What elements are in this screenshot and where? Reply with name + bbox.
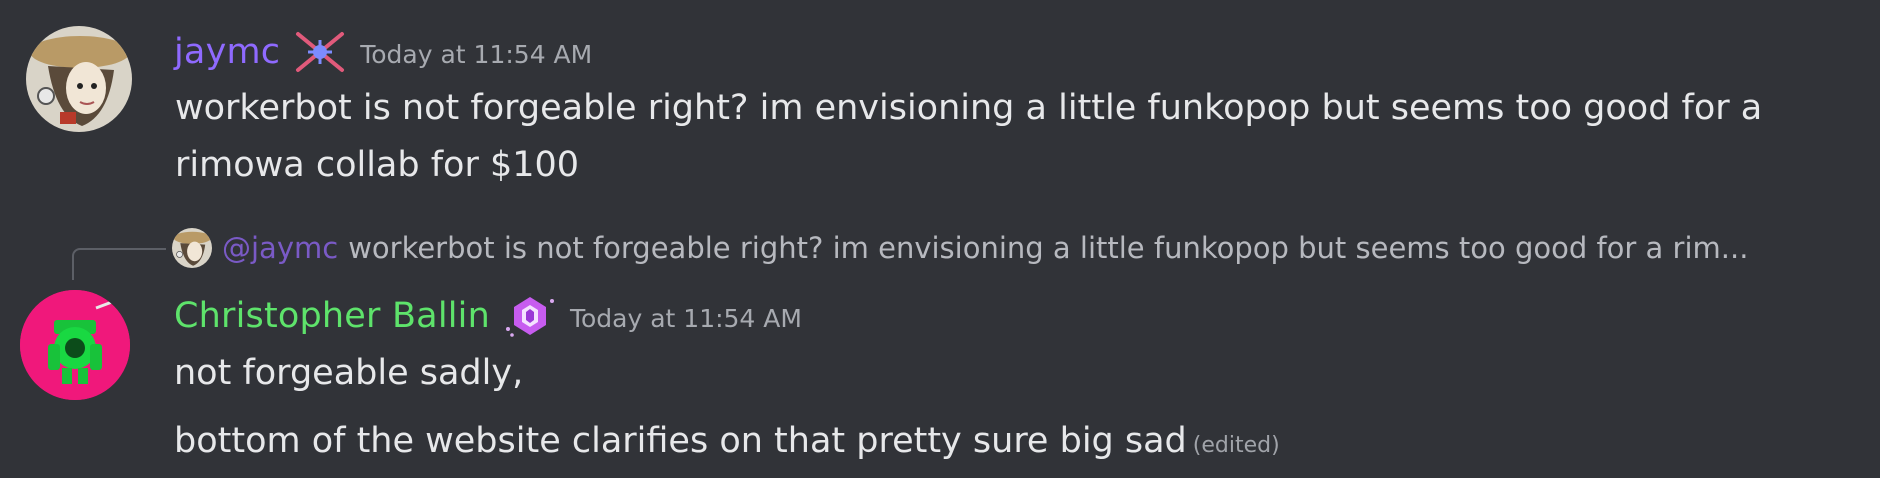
timestamp[interactable]: Today at 11:54 AM — [360, 35, 592, 69]
pink-x-star-badge-icon[interactable] — [294, 30, 346, 74]
message-line-edited: bottom of the website clarifies on that … — [174, 421, 1280, 461]
username[interactable]: Christopher Ballin — [174, 296, 490, 336]
message-text: bottom of the website clarifies on that … — [174, 421, 1187, 461]
reply-spine — [72, 248, 166, 280]
reply-reference[interactable]: @jaymc workerbot is not forgeable right?… — [172, 228, 1748, 268]
avatar[interactable] — [26, 26, 132, 132]
reply-mention[interactable]: @jaymc — [222, 231, 338, 265]
reply-avatar — [172, 228, 212, 268]
message-line: rimowa collab for $100 — [175, 145, 580, 185]
username[interactable]: jaymc — [174, 32, 280, 72]
purple-gem-badge-icon[interactable] — [504, 291, 556, 341]
message-line: not forgeable sadly, — [174, 353, 524, 393]
reply-preview[interactable]: workerbot is not forgeable right? im env… — [348, 231, 1748, 265]
avatar[interactable] — [20, 290, 130, 400]
edited-label[interactable]: (edited) — [1193, 433, 1280, 458]
timestamp[interactable]: Today at 11:54 AM — [570, 299, 802, 333]
message-line: workerbot is not forgeable right? im env… — [175, 88, 1763, 128]
